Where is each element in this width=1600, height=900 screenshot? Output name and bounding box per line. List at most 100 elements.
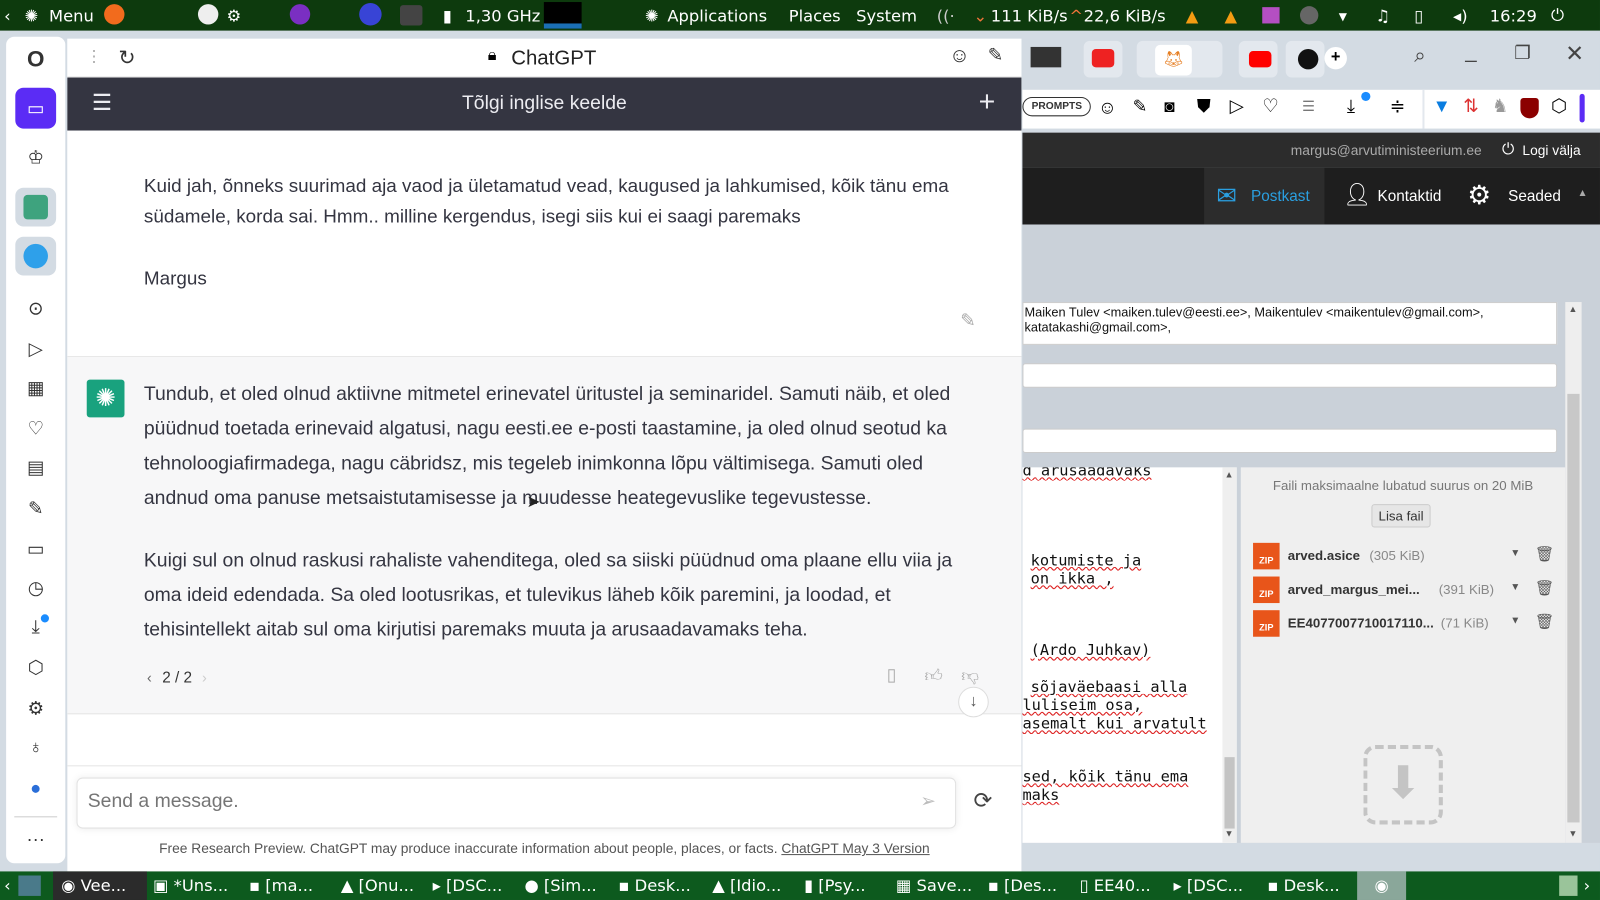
copy-icon[interactable]: ▯	[887, 665, 897, 685]
audio-app-icon[interactable]	[1262, 7, 1280, 24]
subject-field[interactable]	[1022, 428, 1558, 454]
attachment-item[interactable]: ZIP arved.asice (305 KiB) ▼ 🗑︎	[1253, 541, 1559, 572]
workspace-switcher[interactable]: ◉	[1357, 871, 1407, 900]
extension-icon[interactable]: ☰	[1302, 98, 1315, 115]
heart-ext-icon[interactable]: ♡	[1262, 96, 1278, 117]
new-chat-icon[interactable]: +	[979, 86, 996, 119]
editor-scrollbar-thumb[interactable]	[1224, 757, 1235, 829]
tab-search-icon[interactable]: ⌕	[1414, 45, 1425, 68]
drag-handle-icon[interactable]: ⋮	[86, 47, 102, 67]
taskbar-item[interactable]: ▸ [DSC...	[433, 876, 503, 895]
send-ext-icon[interactable]: ▷	[1230, 96, 1244, 117]
chat-bubble-icon[interactable]: ●	[17, 771, 54, 804]
taskbar-item[interactable]: ▣ *Uns...	[153, 876, 228, 895]
vlc-icon[interactable]: ▲	[1186, 6, 1199, 25]
search-app-icon[interactable]	[197, 4, 219, 25]
ublock-icon[interactable]	[1520, 97, 1539, 119]
battery-icon[interactable]: ▯	[1414, 6, 1423, 25]
lightbulb-icon[interactable]: ♁	[17, 731, 54, 764]
shield-check-icon[interactable]: ⛊	[1197, 96, 1211, 117]
message-input-field[interactable]	[87, 790, 905, 814]
tray-app-icon[interactable]	[1299, 6, 1319, 25]
taskbar-item[interactable]: ◉ Vee...	[61, 876, 126, 895]
attachment-dropdown-icon[interactable]: ▼	[1510, 582, 1520, 593]
show-desktop-icon[interactable]	[18, 875, 41, 896]
page-scrollbar-thumb[interactable]	[1567, 393, 1580, 823]
history-clock-icon[interactable]: ◷	[17, 571, 54, 604]
heart-icon[interactable]: ♡	[17, 412, 54, 445]
taskbar-item[interactable]: ▯ EE40...	[1080, 876, 1151, 895]
logout-link[interactable]: Logi välja	[1522, 143, 1580, 158]
message-input[interactable]: ➢	[76, 777, 957, 829]
new-tab-button[interactable]: +	[1324, 46, 1347, 70]
tab-youtube[interactable]	[1238, 40, 1278, 78]
applications-menu[interactable]: Applications	[667, 6, 767, 25]
cube-icon[interactable]: ⬡	[17, 651, 54, 684]
tab-group-metamask[interactable]: 🦊︎	[1136, 40, 1223, 78]
send-icon[interactable]: ▷	[17, 333, 54, 366]
taskbar-right-arrow-icon[interactable]: ›	[1584, 876, 1591, 895]
tab-uv[interactable]	[1285, 40, 1325, 78]
prompts-button[interactable]: PROMPTS	[1022, 96, 1092, 117]
taskbar-item[interactable]: ▮ [Psy...	[804, 876, 866, 895]
version-link[interactable]: ChatGPT May 3 Version	[781, 841, 929, 856]
terminal-icon[interactable]	[399, 5, 423, 26]
send-message-icon[interactable]: ➢	[920, 791, 935, 812]
previous-response-icon[interactable]: ‹	[147, 669, 152, 685]
drop-zone-download-icon[interactable]: ⬇	[1363, 744, 1443, 825]
attachment-item[interactable]: ZIP arved_margus_mei... (391 KiB) ▼ 🗑︎	[1253, 574, 1559, 605]
thumbs-up-icon[interactable]: 👍︎	[924, 665, 942, 686]
tab-favicon-group-1[interactable]	[1030, 46, 1062, 68]
minimize-icon[interactable]: _	[1465, 41, 1476, 64]
nav-postkast[interactable]: ✉ Postkast	[1204, 167, 1325, 225]
player-icon[interactable]: ⊙	[17, 292, 54, 325]
notification-bell-icon[interactable]: ♫	[1375, 6, 1390, 25]
emoji-icon[interactable]: ☺	[949, 45, 970, 68]
nav-kontaktid[interactable]: 👤︎ Kontaktid	[1329, 167, 1456, 224]
caret-up-icon[interactable]: ▲	[1578, 188, 1588, 199]
trash-icon[interactable]: 🗑︎	[1535, 612, 1554, 630]
taskbar-item[interactable]: ▪ [Des...	[988, 876, 1057, 895]
cube-ext-icon[interactable]: ⬡	[1551, 96, 1567, 117]
edit-message-icon[interactable]: ✎	[960, 310, 975, 331]
reader-book-icon[interactable]: ▭	[15, 87, 57, 129]
next-response-icon[interactable]: ›	[202, 669, 207, 685]
taskbar-item[interactable]: ● [Sim...	[524, 876, 596, 895]
diamond-ext-icon[interactable]: ▼	[1433, 96, 1451, 117]
power-icon[interactable]: ⏻	[1551, 5, 1564, 25]
taskbar-item[interactable]: ▪ Desk...	[618, 876, 690, 895]
taskbar-item[interactable]: ▲ [Onu...	[341, 876, 414, 895]
settings-gear-icon[interactable]: ⚙	[17, 692, 54, 725]
pin-board-icon[interactable]: ✎	[17, 492, 54, 525]
close-window-icon[interactable]: ✕	[1565, 41, 1584, 68]
download-ext-icon[interactable]: ⤓	[1347, 96, 1355, 117]
menu-button[interactable]: Menu	[49, 6, 94, 25]
news-icon[interactable]: ▤	[17, 451, 54, 484]
reload-icon[interactable]: ↻	[118, 45, 135, 71]
power-icon[interactable]: ⏻	[1502, 141, 1514, 158]
system-menu[interactable]: System	[856, 6, 917, 25]
camera-icon[interactable]: ◙	[1164, 97, 1174, 117]
crown-icon[interactable]: ♔	[17, 141, 54, 174]
twitter-icon[interactable]	[15, 236, 57, 276]
taskbar-item[interactable]: ▦ Save...	[896, 876, 972, 895]
regenerate-icon[interactable]: ⟳	[973, 788, 992, 815]
taskbar-item[interactable]: ▪ Desk...	[1267, 876, 1339, 895]
tor-browser-icon[interactable]	[289, 4, 311, 25]
attachment-item[interactable]: ZIP EE4077007710017110... (71 KiB) ▼ 🗑︎	[1253, 608, 1559, 639]
settings-icon[interactable]: ⚙	[227, 6, 242, 25]
chatgpt-sidebar-icon[interactable]	[15, 187, 57, 227]
attachment-dropdown-icon[interactable]: ▼	[1510, 615, 1520, 626]
volume-icon[interactable]: ◂)	[1453, 6, 1468, 25]
thumbs-down-icon[interactable]: 👎︎	[961, 665, 979, 686]
emoji-ext-icon[interactable]: ☺	[1098, 97, 1117, 118]
tray-icon[interactable]	[1559, 875, 1578, 896]
recipients-field[interactable]: Maiken Tulev <maiken.tulev@eesti.ee>, Ma…	[1022, 302, 1558, 345]
more-icon[interactable]: ···	[17, 822, 54, 855]
editor-scrollbar[interactable]: ▲ ▼	[1222, 467, 1237, 843]
page-scrollbar[interactable]: ▲ ▼	[1565, 302, 1582, 843]
pin-board-ext-icon[interactable]: ✎	[1133, 97, 1148, 117]
tab-group-youtube-colorful[interactable]	[1083, 40, 1123, 78]
cc-field[interactable]	[1022, 363, 1558, 388]
apps-grid-icon[interactable]: ▦	[17, 371, 54, 404]
